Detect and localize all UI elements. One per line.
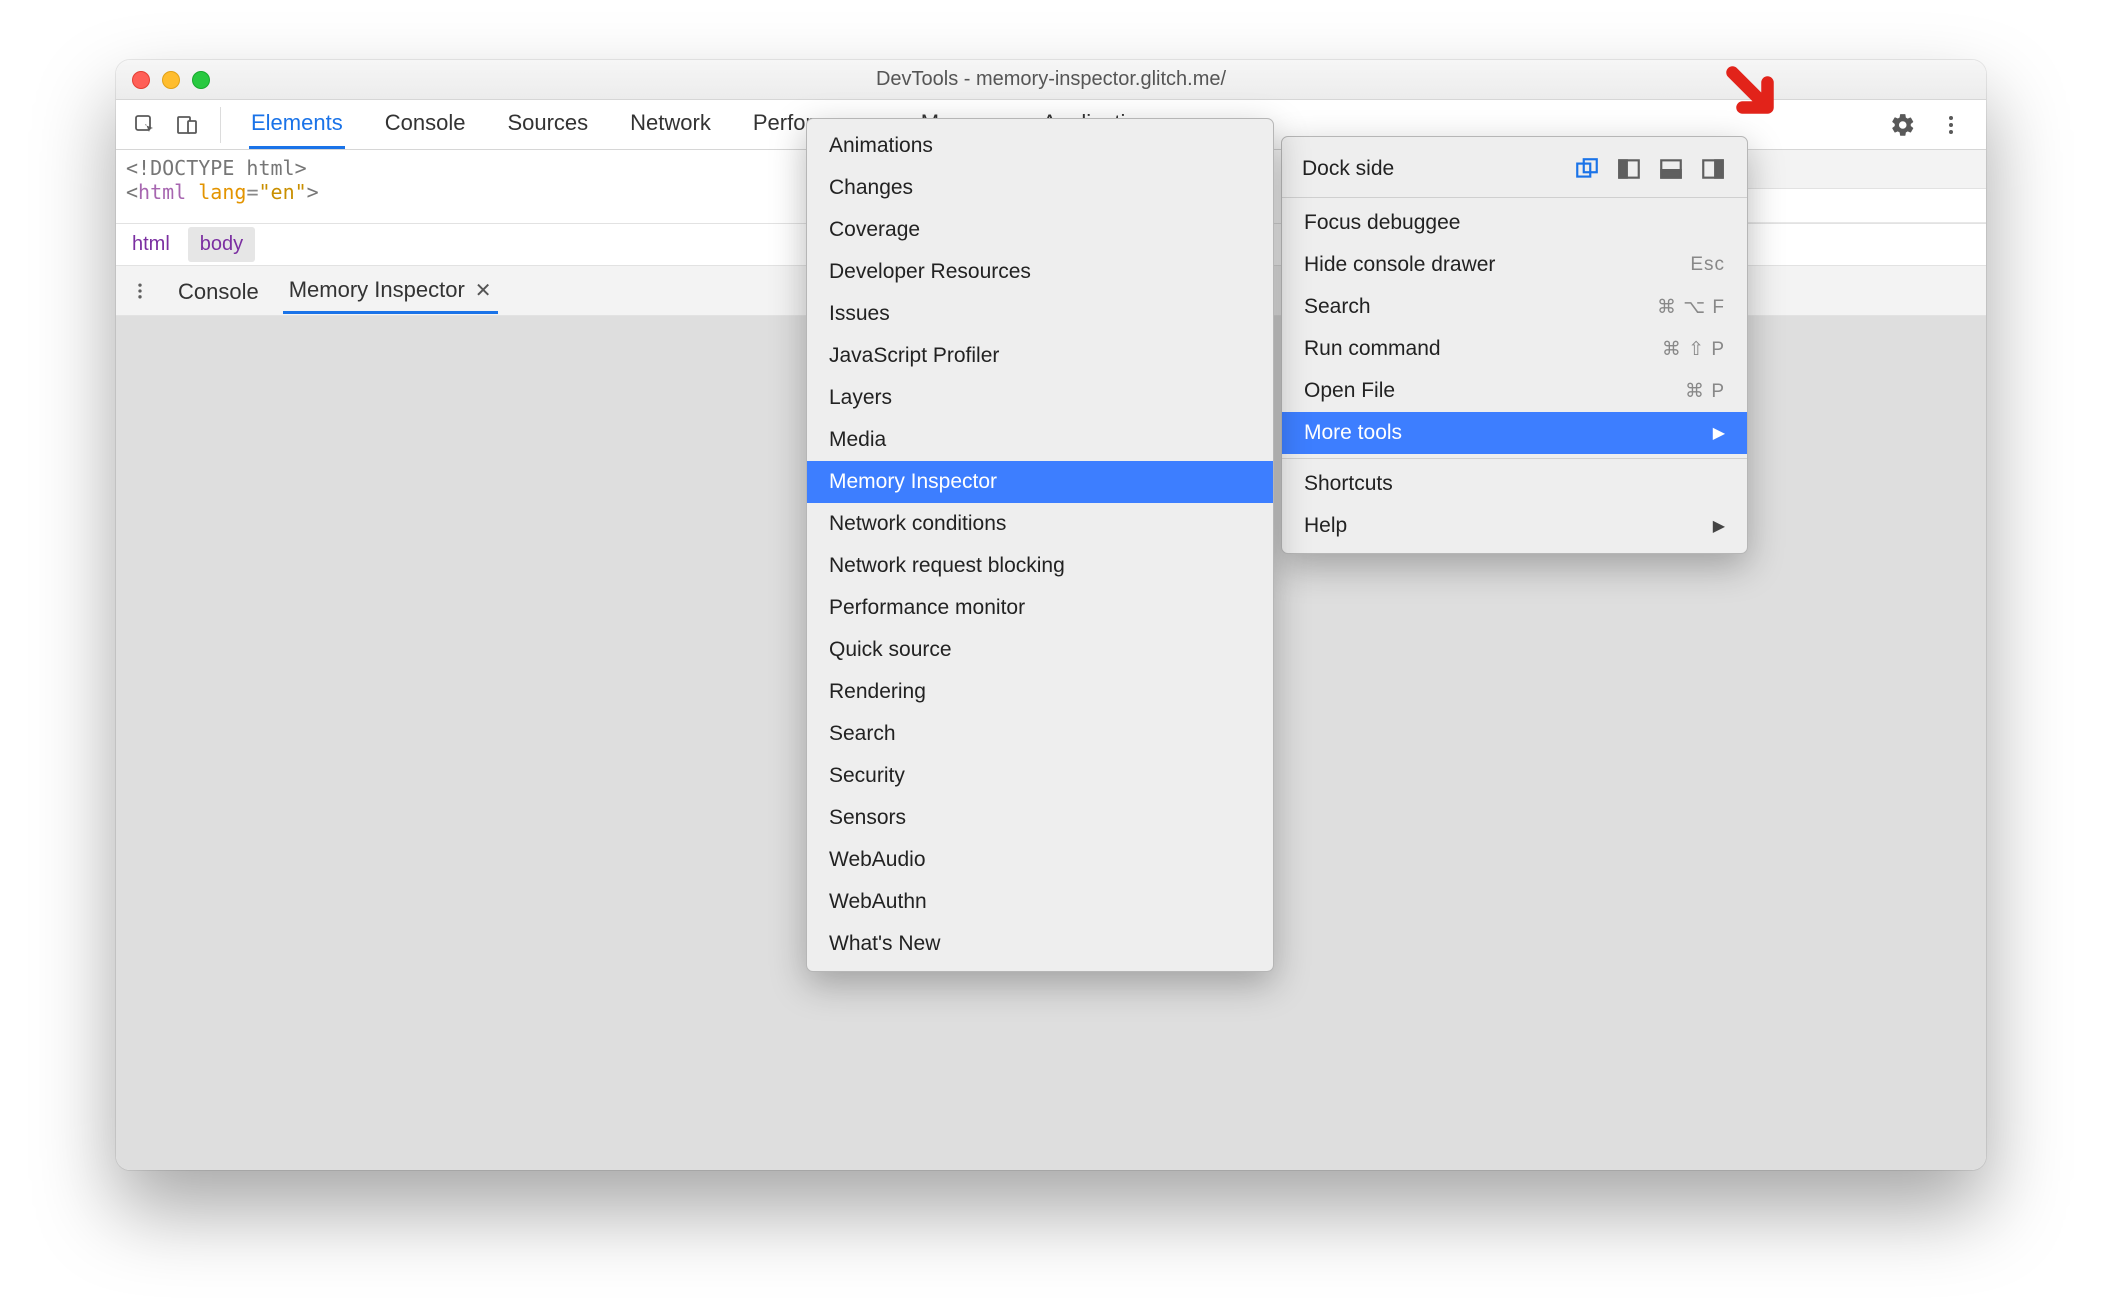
menu-item-help[interactable]: Help ▶: [1282, 505, 1747, 547]
submenu-item-performance-monitor[interactable]: Performance monitor: [807, 587, 1273, 629]
dock-side-label: Dock side: [1302, 157, 1394, 181]
submenu-item-search[interactable]: Search: [807, 713, 1273, 755]
submenu-item-what-s-new[interactable]: What's New: [807, 923, 1273, 965]
tab-elements[interactable]: Elements: [249, 100, 345, 149]
submenu-item-media[interactable]: Media: [807, 419, 1273, 461]
more-tools-submenu: AnimationsChangesCoverageDeveloper Resou…: [806, 118, 1274, 972]
chevron-right-icon: ▶: [1713, 423, 1725, 443]
submenu-item-coverage[interactable]: Coverage: [807, 209, 1273, 251]
drawer-tab-memory-inspector[interactable]: Memory Inspector ✕: [283, 267, 498, 314]
submenu-item-changes[interactable]: Changes: [807, 167, 1273, 209]
main-menu: Dock side Focus debuggee Hide console dr…: [1281, 136, 1748, 554]
menu-separator: [1282, 458, 1747, 459]
tab-console[interactable]: Console: [383, 100, 468, 149]
dock-left-icon[interactable]: [1615, 155, 1643, 183]
settings-gear-icon[interactable]: [1888, 110, 1918, 140]
dock-right-icon[interactable]: [1699, 155, 1727, 183]
traffic-lights: [132, 71, 210, 89]
tab-network[interactable]: Network: [628, 100, 713, 149]
menu-item-shortcuts[interactable]: Shortcuts: [1282, 463, 1747, 505]
dock-side-row: Dock side: [1282, 147, 1747, 193]
submenu-item-rendering[interactable]: Rendering: [807, 671, 1273, 713]
zoom-window-button[interactable]: [192, 71, 210, 89]
menu-item-focus-debuggee[interactable]: Focus debuggee: [1282, 202, 1747, 244]
annotation-arrow-icon: [1720, 60, 1780, 120]
menu-item-search[interactable]: Search ⌘ ⌥ F: [1282, 286, 1747, 328]
menu-separator: [1282, 197, 1747, 198]
submenu-item-sensors[interactable]: Sensors: [807, 797, 1273, 839]
submenu-item-developer-resources[interactable]: Developer Resources: [807, 251, 1273, 293]
chevron-right-icon: ▶: [1713, 516, 1725, 536]
drawer-tab-console[interactable]: Console: [172, 269, 265, 313]
drawer-kebab-icon[interactable]: [126, 281, 154, 301]
submenu-item-quick-source[interactable]: Quick source: [807, 629, 1273, 671]
submenu-item-webaudio[interactable]: WebAudio: [807, 839, 1273, 881]
menu-item-open-file[interactable]: Open File ⌘ P: [1282, 370, 1747, 412]
minimize-window-button[interactable]: [162, 71, 180, 89]
submenu-item-webauthn[interactable]: WebAuthn: [807, 881, 1273, 923]
toolbar-separator: [220, 107, 221, 143]
close-window-button[interactable]: [132, 71, 150, 89]
submenu-item-network-conditions[interactable]: Network conditions: [807, 503, 1273, 545]
menu-item-more-tools[interactable]: More tools ▶: [1282, 412, 1747, 454]
submenu-item-layers[interactable]: Layers: [807, 377, 1273, 419]
tab-sources[interactable]: Sources: [505, 100, 590, 149]
inspect-element-icon[interactable]: [130, 110, 160, 140]
submenu-item-security[interactable]: Security: [807, 755, 1273, 797]
submenu-item-javascript-profiler[interactable]: JavaScript Profiler: [807, 335, 1273, 377]
submenu-item-memory-inspector[interactable]: Memory Inspector: [807, 461, 1273, 503]
close-tab-icon[interactable]: ✕: [475, 278, 492, 303]
kebab-menu-icon[interactable]: [1936, 110, 1966, 140]
breadcrumb-body[interactable]: body: [188, 227, 255, 262]
dock-bottom-icon[interactable]: [1657, 155, 1685, 183]
dock-undock-icon[interactable]: [1573, 155, 1601, 183]
submenu-item-network-request-blocking[interactable]: Network request blocking: [807, 545, 1273, 587]
submenu-item-animations[interactable]: Animations: [807, 125, 1273, 167]
menu-item-run-command[interactable]: Run command ⌘ ⇧ P: [1282, 328, 1747, 370]
menu-item-hide-console-drawer[interactable]: Hide console drawer Esc: [1282, 244, 1747, 286]
window-title: DevTools - memory-inspector.glitch.me/: [116, 68, 1986, 91]
submenu-item-issues[interactable]: Issues: [807, 293, 1273, 335]
titlebar: DevTools - memory-inspector.glitch.me/: [116, 60, 1986, 100]
breadcrumb-html[interactable]: html: [120, 227, 182, 262]
device-toolbar-icon[interactable]: [172, 110, 202, 140]
